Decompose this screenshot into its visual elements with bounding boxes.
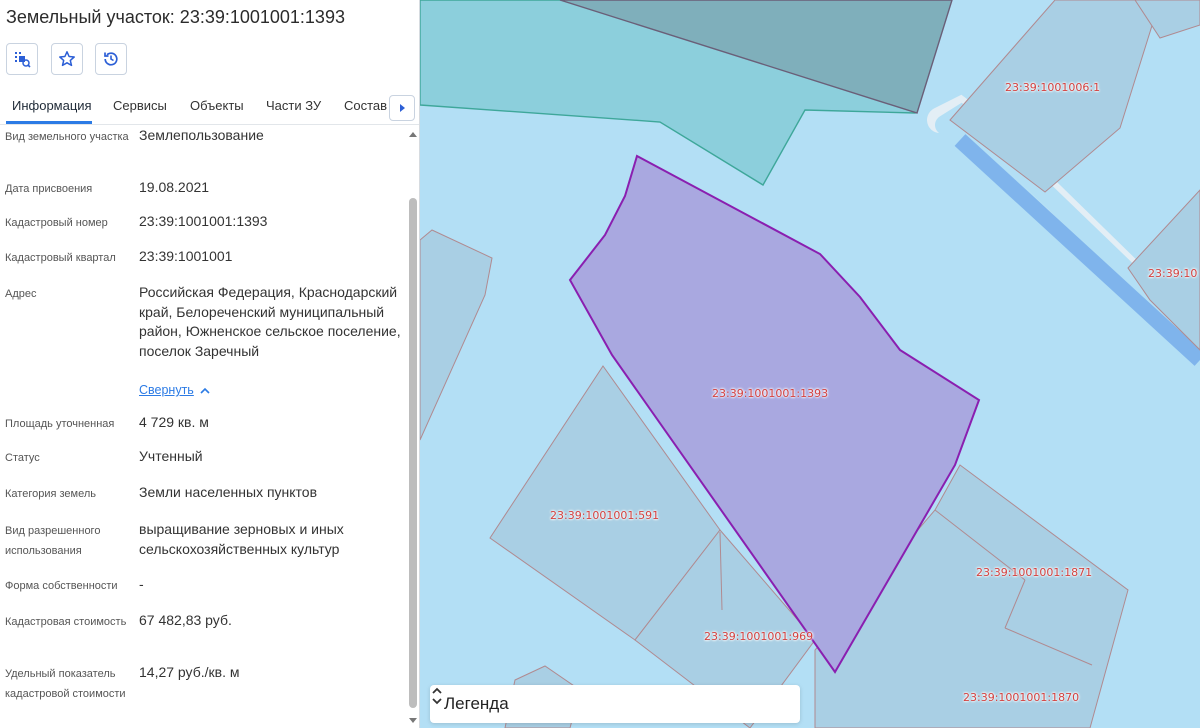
parcel-label: 23:39:1001001:1870 bbox=[963, 691, 1080, 704]
parcel-label: 23:39:1001006:1 bbox=[1005, 81, 1101, 94]
info-label: Вид разрешенного использования bbox=[5, 525, 101, 557]
chevron-up-down-icon[interactable] bbox=[430, 685, 444, 707]
legend-dropdown[interactable]: Легенда bbox=[430, 685, 800, 723]
star-icon bbox=[59, 51, 75, 67]
tab-composition[interactable]: Состав bbox=[344, 98, 387, 113]
select-area-button[interactable] bbox=[6, 43, 38, 75]
info-panel: Земельный участок: 23:39:1001001:1393 Ин… bbox=[0, 0, 420, 728]
parcel-label: 23:39:1001001:969 bbox=[704, 630, 814, 643]
info-value: 4 729 кв. м bbox=[139, 414, 209, 430]
info-value: - bbox=[139, 576, 144, 592]
info-value: Землепользование bbox=[139, 127, 264, 143]
info-value: 67 482,83 руб. bbox=[139, 612, 232, 628]
scrollbar-thumb[interactable] bbox=[409, 198, 417, 708]
info-label: Форма собственности bbox=[5, 580, 118, 592]
panel-scrollbar[interactable] bbox=[408, 126, 418, 728]
chevron-up-icon bbox=[200, 387, 210, 394]
tab-objects[interactable]: Объекты bbox=[190, 98, 244, 113]
map-canvas[interactable] bbox=[420, 0, 1200, 728]
legend-title: Легенда bbox=[444, 694, 509, 713]
info-value: Земли населенных пунктов bbox=[139, 484, 318, 500]
select-zoom-icon bbox=[15, 52, 31, 68]
info-value: выращивание зерновых и иных сельскохозяй… bbox=[139, 521, 344, 557]
collapse-address-link[interactable]: Свернуть bbox=[139, 383, 210, 397]
page-title: Земельный участок: 23:39:1001001:1393 bbox=[6, 7, 345, 27]
info-value: 23:39:1001001:1393 bbox=[139, 213, 268, 229]
info-value: 14,27 руб./кв. м bbox=[139, 664, 240, 680]
info-label: Кадастровый номер bbox=[5, 217, 108, 229]
chevron-right-icon bbox=[400, 104, 405, 112]
info-value: 19.08.2021 bbox=[139, 179, 210, 195]
cadastral-map[interactable]: 23:39:1001006:1 23:39:1001001:1393 23:39… bbox=[420, 0, 1200, 728]
info-label: Кадастровый квартал bbox=[5, 252, 116, 264]
scroll-up-arrow[interactable] bbox=[409, 132, 417, 137]
tab-bar: Информация Сервисы Объекты Части ЗУ Сост… bbox=[0, 86, 419, 125]
tab-services[interactable]: Сервисы bbox=[113, 98, 167, 113]
info-value: Учтенный bbox=[139, 448, 203, 464]
info-label: Площадь уточненная bbox=[5, 418, 115, 430]
info-label: Адрес bbox=[5, 288, 37, 300]
parcel-left-edge[interactable] bbox=[420, 229, 493, 441]
info-list: Вид земельного участка Землепользование … bbox=[0, 124, 405, 728]
parcel-label: 23:39:1001001:591 bbox=[550, 509, 660, 522]
history-button[interactable] bbox=[95, 43, 127, 75]
history-icon bbox=[104, 52, 118, 66]
parcel-label: 23:39:10 bbox=[1148, 267, 1198, 280]
info-label: Дата присвоения bbox=[5, 183, 93, 195]
info-label: Категория земель bbox=[5, 488, 96, 500]
favorite-button[interactable] bbox=[51, 43, 83, 75]
info-label: Кадастровая стоимость bbox=[5, 616, 127, 628]
parcel-label: 23:39:1001001:1871 bbox=[976, 566, 1093, 579]
parcel-label-selected: 23:39:1001001:1393 bbox=[712, 387, 829, 400]
info-value: 23:39:1001001 bbox=[139, 248, 233, 264]
tab-info[interactable]: Информация bbox=[12, 98, 92, 113]
info-label: Статус bbox=[5, 452, 40, 464]
scroll-down-arrow[interactable] bbox=[409, 718, 417, 723]
info-label: Вид земельного участка bbox=[5, 131, 129, 143]
address-value: Российская Федерация, Краснодарский край… bbox=[139, 284, 401, 359]
info-label: Удельный показатель кадастровой стоимост… bbox=[5, 668, 126, 700]
tabs-scroll-right-button[interactable] bbox=[389, 95, 415, 121]
collapse-label: Свернуть bbox=[139, 383, 194, 397]
tab-parts[interactable]: Части ЗУ bbox=[266, 98, 321, 113]
